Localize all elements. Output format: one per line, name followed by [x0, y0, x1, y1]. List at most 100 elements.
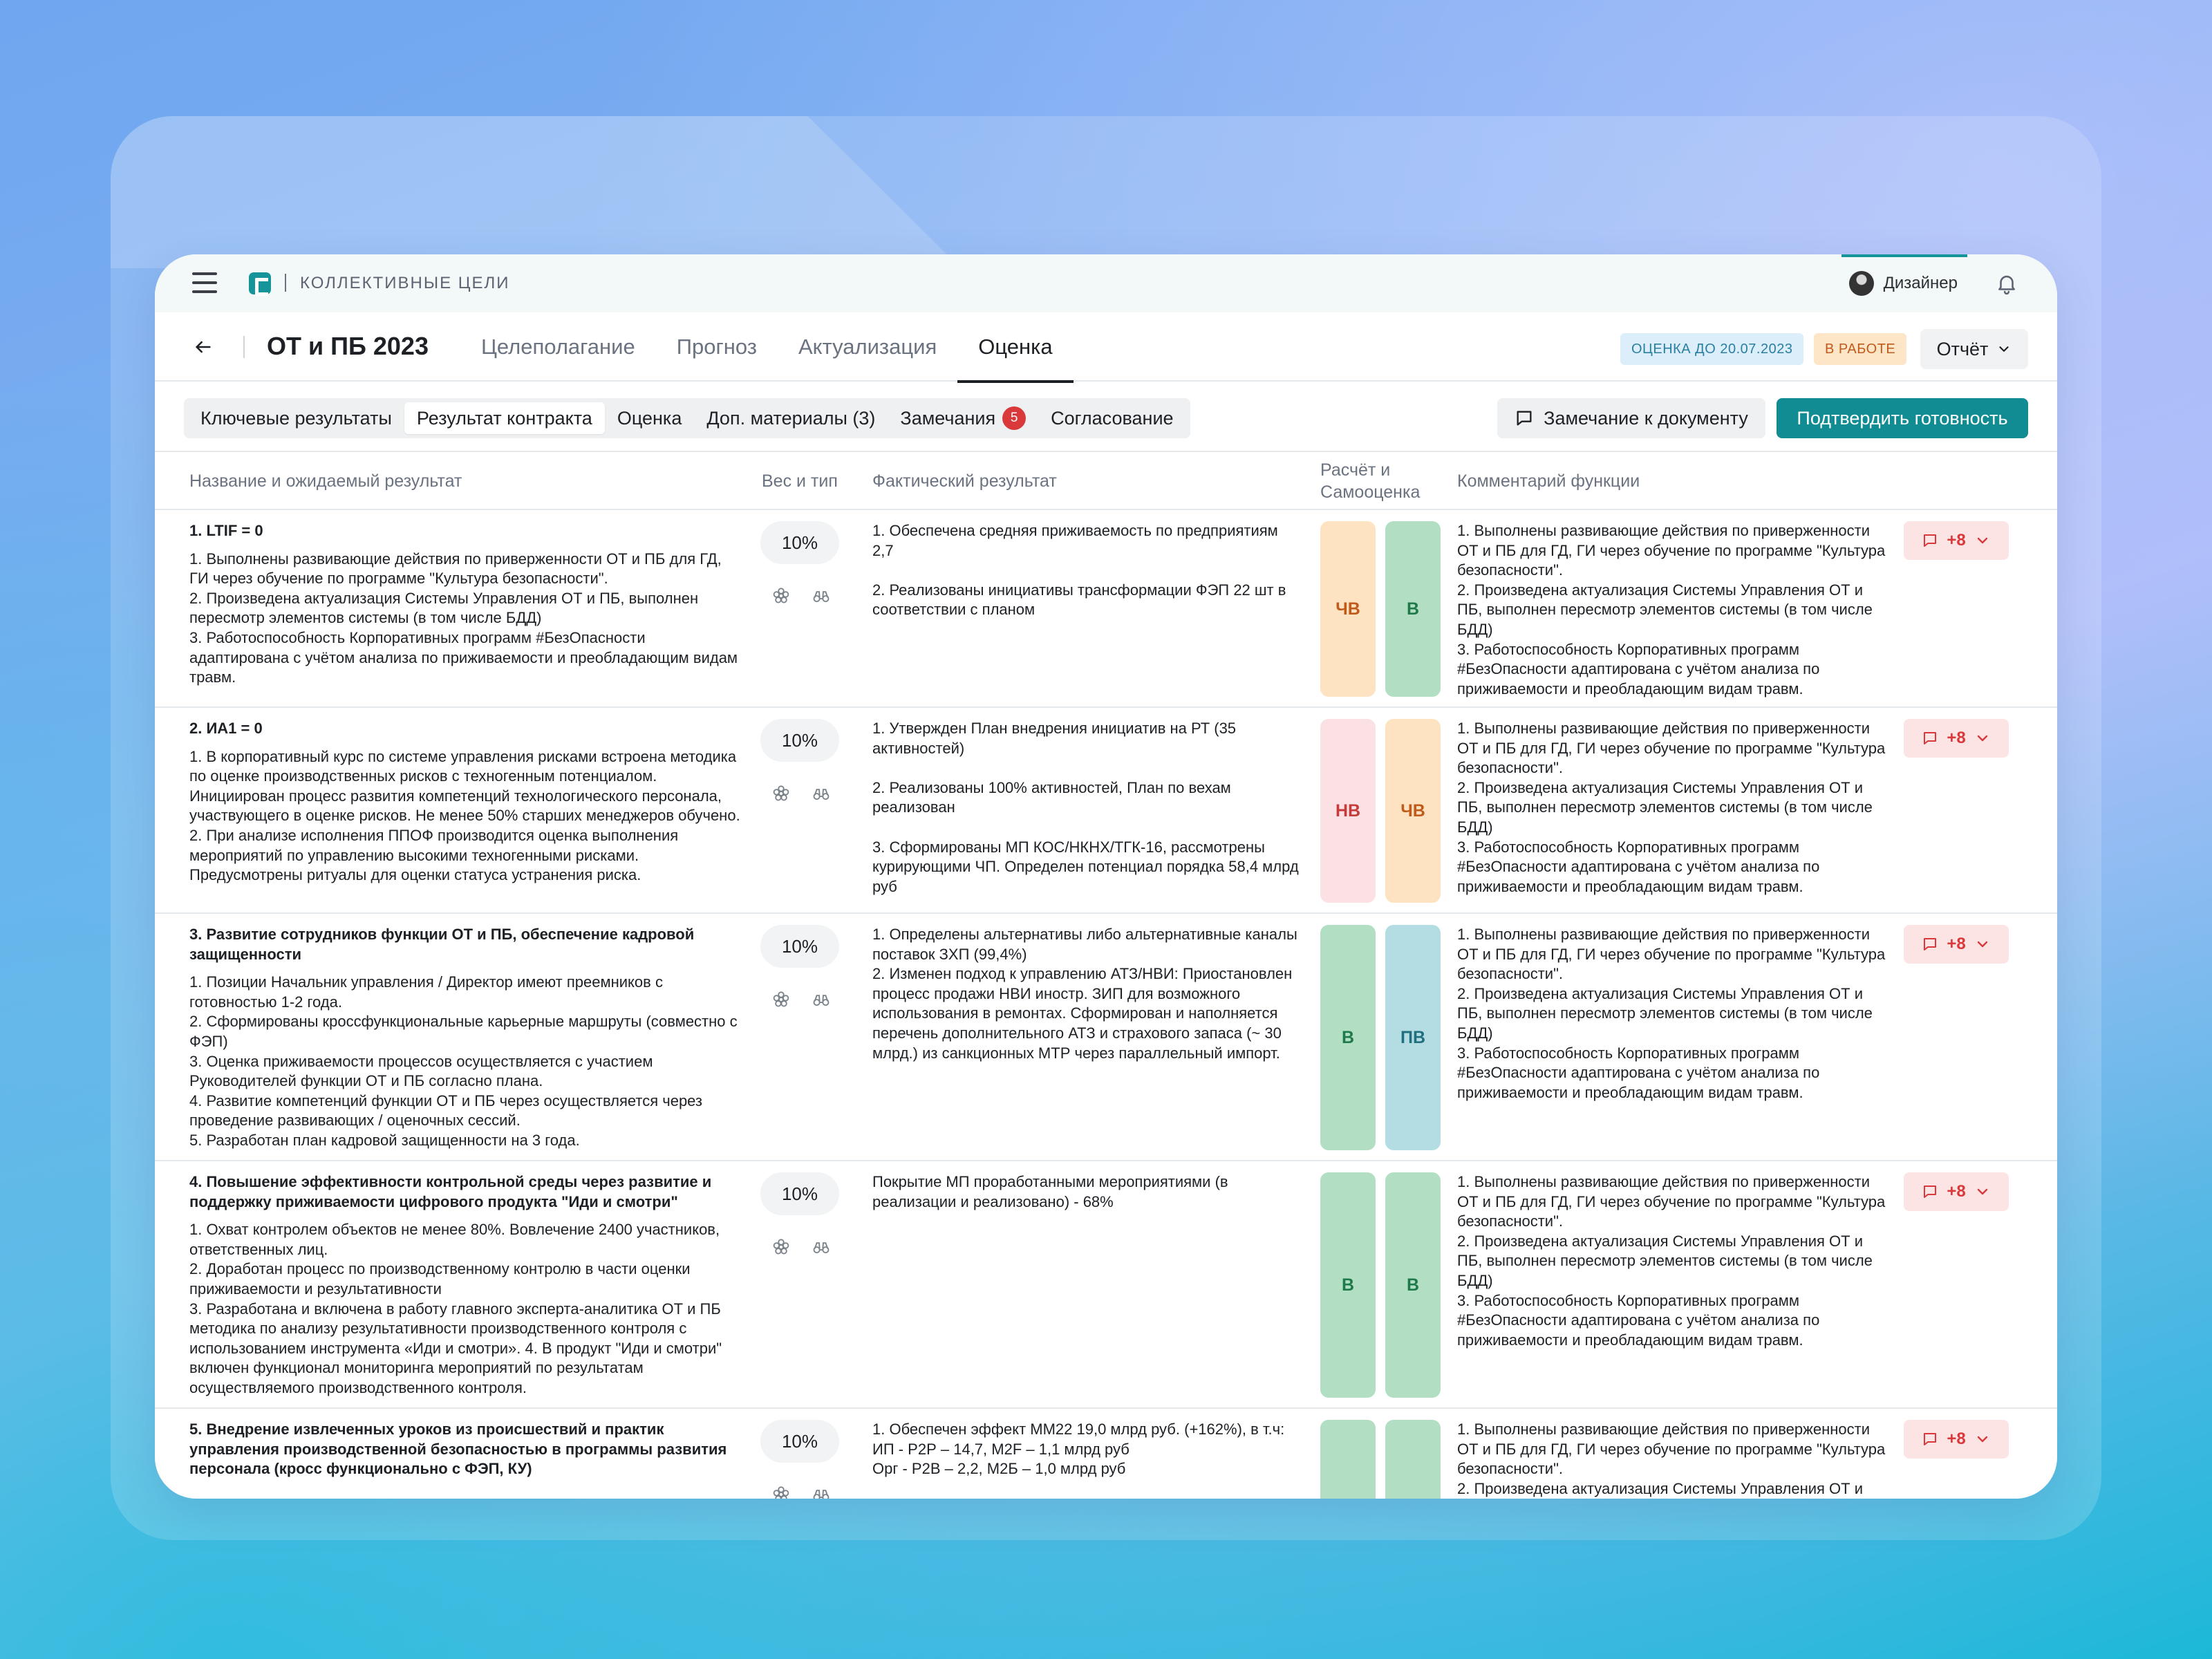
top-bar: КОЛЛЕКТИВНЫЕ ЦЕЛИ Дизайнер — [155, 254, 2057, 312]
fact-result: 1. Обеспечен эффект ММ22 19,0 млрд руб. … — [872, 1421, 1285, 1478]
goal-type-icons — [770, 1485, 832, 1499]
comments-count: +8 — [1947, 935, 1966, 953]
table-header: Название и ожидаемый результат Вес и тип… — [155, 452, 2057, 510]
goal-type-icons — [770, 1237, 832, 1257]
chat-bubble-icon — [1924, 938, 1937, 950]
table-body: 1. LTIF = 0 1. Выполнены развивающие дей… — [155, 510, 2057, 1499]
score-calculated[interactable]: В — [1320, 925, 1376, 1150]
report-dropdown-button[interactable]: Отчёт — [1920, 329, 2028, 369]
goal-cell: 5. Внедрение извлеченных уроков из проис… — [189, 1420, 742, 1488]
fact-result: 1. Определены альтернативы либо альтерна… — [872, 926, 1297, 1062]
divider — [285, 274, 286, 292]
column-header-fact: Фактический результат — [872, 471, 1057, 491]
arrow-left-icon[interactable] — [194, 337, 213, 357]
binoculars-icon — [813, 591, 830, 603]
table-row[interactable]: 1. LTIF = 0 1. Выполнены развивающие дей… — [155, 510, 2057, 708]
goal-cell: 1. LTIF = 0 1. Выполнены развивающие дей… — [189, 521, 742, 688]
chevron-down-icon — [1977, 941, 1987, 948]
flower-icon — [773, 785, 789, 801]
chevron-down-icon — [1999, 346, 2009, 352]
page-title: ОТ и ПБ 2023 — [267, 332, 429, 360]
remarks-count-badge: 5 — [1002, 406, 1027, 430]
main-tabs: Целеполагание Прогноз Актуализация Оценк… — [460, 312, 1074, 383]
comments-count: +8 — [1947, 531, 1966, 550]
goal-title: 3. Развитие сотрудников функции ОТ и ПБ,… — [189, 926, 695, 963]
subtab-approval[interactable]: Согласование — [1038, 402, 1185, 434]
fact-result: 1. Обеспечена средняя приживаемость по п… — [872, 522, 1286, 619]
user-indicator — [1841, 254, 1967, 257]
app-title: КОЛЛЕКТИВНЫЕ ЦЕЛИ — [300, 274, 510, 292]
goal-type-icons — [770, 586, 832, 606]
tab-goal-setting[interactable]: Целеполагание — [460, 312, 656, 382]
user-name: Дизайнер — [1883, 274, 1958, 292]
score-calculated[interactable] — [1320, 1420, 1376, 1499]
goal-type-icons — [770, 784, 832, 803]
flower-icon — [773, 588, 789, 603]
comments-dropdown-button[interactable]: +8 — [1904, 521, 2009, 560]
goal-cell: 2. ИА1 = 0 1. В корпоративный курс по си… — [189, 719, 742, 885]
score-calculated[interactable]: ЧВ — [1320, 521, 1376, 697]
goal-cell: 3. Развитие сотрудников функции ОТ и ПБ,… — [189, 925, 742, 1151]
table-row[interactable]: 3. Развитие сотрудников функции ОТ и ПБ,… — [155, 914, 2057, 1161]
subtab-evaluation[interactable]: Оценка — [605, 402, 695, 434]
score-self[interactable] — [1385, 1420, 1441, 1499]
app-logo[interactable] — [249, 272, 271, 296]
app-window: КОЛЛЕКТИВНЫЕ ЦЕЛИ Дизайнер ОТ и ПБ 2023 … — [155, 254, 2057, 1499]
comments-dropdown-button[interactable]: +8 — [1904, 1420, 2009, 1459]
divider — [243, 336, 245, 358]
weight-badge: 10% — [760, 925, 839, 968]
column-header-name: Название и ожидаемый результат — [189, 471, 462, 491]
subtab-key-results[interactable]: Ключевые результаты — [188, 402, 404, 434]
score-self[interactable]: В — [1385, 521, 1441, 697]
comments-dropdown-button[interactable]: +8 — [1904, 1172, 2009, 1211]
function-comment: 1. Выполнены развивающие действия по при… — [1457, 926, 1886, 1101]
tab-actualization[interactable]: Актуализация — [778, 312, 957, 382]
hamburger-icon[interactable] — [192, 272, 217, 293]
fact-result: Покрытие МП проработанными мероприятиями… — [872, 1173, 1228, 1210]
subtab-materials[interactable]: Доп. материалы (3) — [694, 402, 888, 434]
goal-description: 1. В корпоративный курс по системе управ… — [189, 747, 740, 884]
comments-dropdown-button[interactable]: +8 — [1904, 925, 2009, 964]
subtab-contract-result[interactable]: Результат контракта — [404, 402, 605, 434]
function-comment: 1. Выполнены развивающие действия по при… — [1457, 1173, 1886, 1349]
comments-dropdown-button[interactable]: +8 — [1904, 719, 2009, 758]
score-calculated[interactable]: В — [1320, 1172, 1376, 1398]
flower-icon — [773, 1239, 789, 1255]
score-calculated[interactable]: НВ — [1320, 719, 1376, 903]
table-row[interactable]: 5. Внедрение извлеченных уроков из проис… — [155, 1409, 2057, 1499]
column-header-score: Расчёт и Самооценка — [1320, 460, 1421, 502]
tab-forecast[interactable]: Прогноз — [656, 312, 778, 382]
chevron-down-icon — [1977, 1436, 1987, 1443]
bell-icon[interactable] — [1995, 271, 2018, 296]
binoculars-icon — [813, 1242, 830, 1254]
sub-toolbar: Ключевые результаты Результат контракта … — [155, 382, 2057, 452]
tab-evaluation[interactable]: Оценка — [957, 312, 1074, 383]
document-remark-button[interactable]: Замечание к документу — [1497, 398, 1765, 438]
chat-bubble-icon — [1924, 1433, 1937, 1445]
chat-bubble-icon — [1924, 1185, 1937, 1198]
chevron-down-icon — [1977, 1188, 1987, 1195]
score-self[interactable]: ЧВ — [1385, 719, 1441, 903]
confirm-ready-button[interactable]: Подтвердить готовность — [1777, 398, 2028, 438]
score-self[interactable]: ПВ — [1385, 925, 1441, 1150]
fact-result: 1. Утвержден План внедрения инициатив на… — [872, 720, 1299, 895]
goal-description: 1. Выполнены развивающие действия по при… — [189, 550, 738, 686]
chat-bubble-icon — [1924, 534, 1937, 547]
weight-badge: 10% — [760, 719, 839, 762]
page-header: ОТ и ПБ 2023 Целеполагание Прогноз Актуа… — [155, 312, 2057, 383]
comments-count: +8 — [1947, 729, 1966, 747]
status-badge: В РАБОТЕ — [1814, 333, 1907, 365]
user-menu[interactable]: Дизайнер — [1848, 271, 1958, 296]
weight-badge: 10% — [760, 1172, 839, 1215]
goal-description: 1. Позиции Начальник управления / Директ… — [189, 973, 738, 1149]
subtab-remarks[interactable]: Замечания 5 — [888, 402, 1038, 434]
score-self[interactable]: В — [1385, 1172, 1441, 1398]
function-comment: 1. Выполнены развивающие действия по при… — [1457, 522, 1886, 697]
chevron-down-icon — [1977, 735, 1987, 742]
table-row[interactable]: 4. Повышение эффективности контрольной с… — [155, 1161, 2057, 1409]
goal-title: 1. LTIF = 0 — [189, 522, 263, 539]
column-header-comment: Комментарий функции — [1457, 471, 1640, 491]
goal-type-icons — [770, 990, 832, 1009]
chat-bubble-icon — [1924, 732, 1937, 744]
table-row[interactable]: 2. ИА1 = 0 1. В корпоративный курс по си… — [155, 708, 2057, 914]
